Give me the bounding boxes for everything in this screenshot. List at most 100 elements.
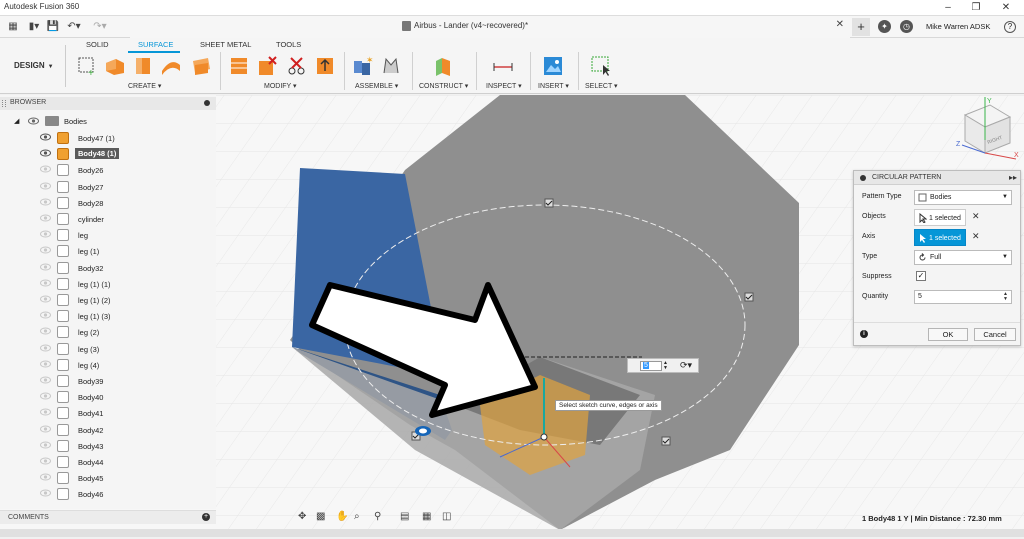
tree-item[interactable]: leg (1) (2) [0,292,216,308]
tab-surface[interactable]: SURFACE [138,40,173,49]
info-icon[interactable]: i [860,330,868,338]
visibility-eye-icon[interactable] [40,214,51,222]
dialog-header[interactable]: CIRCULAR PATTERN ▸▸ [854,171,1020,185]
dialog-menu-icon[interactable] [860,175,866,181]
visibility-eye-icon[interactable] [40,376,51,384]
new-component-icon[interactable]: ✶ [352,55,374,77]
pattern-type-dropdown-icon[interactable]: ⟳▾ [680,360,692,371]
tree-item[interactable]: leg (3) [0,341,216,357]
visibility-eye-icon[interactable] [40,165,51,173]
instance-checkbox[interactable] [744,292,754,302]
visibility-eye-icon[interactable] [40,344,51,352]
tree-item[interactable]: leg (4) [0,357,216,373]
pattern-type-select[interactable]: Bodies ▼ [914,190,1012,205]
tree-item[interactable]: Body42 [0,422,216,438]
tree-item[interactable]: Body48 (1) [0,146,216,162]
create-group-label[interactable]: CREATE ▾ [128,82,161,90]
clear-objects-icon[interactable]: ✕ [972,211,980,222]
tree-item[interactable]: Body43 [0,438,216,454]
quantity-spinner[interactable]: ▲ ▼ [1003,292,1010,302]
instance-checkbox[interactable] [661,436,671,446]
browser-header[interactable]: BROWSER [0,97,216,110]
insert-group-label[interactable]: INSERT ▾ [538,82,569,90]
file-menu-icon[interactable]: ▮▾ [26,19,42,35]
move-copy-icon[interactable] [314,55,336,77]
axis-select-button[interactable]: 1 selected [914,229,966,246]
extensions-icon[interactable]: ✦ [878,20,891,33]
inspect-group-label[interactable]: INSPECT ▾ [486,82,522,90]
modify-group-label[interactable]: MODIFY ▾ [264,82,297,90]
workspace-switcher[interactable]: DESIGN ▼ [0,45,66,87]
document-tab[interactable]: Airbus - Lander (v4~recovered)* ✕ [130,16,850,38]
tree-item[interactable]: leg (1) (1) [0,276,216,292]
tab-sheet-metal[interactable]: SHEET METAL [200,40,251,49]
visibility-eye-icon[interactable] [40,263,51,271]
delete-face-icon[interactable] [256,55,278,77]
display-settings-icon[interactable]: ▤ [400,511,409,522]
tree-item[interactable]: leg [0,227,216,243]
visibility-eye-icon[interactable] [40,457,51,465]
visibility-eye-icon[interactable] [40,230,51,238]
insert-image-icon[interactable] [542,55,564,77]
visibility-eye-icon[interactable] [40,133,51,141]
visibility-eye-icon[interactable] [40,489,51,497]
zoom-icon[interactable]: ⌕ [354,511,360,522]
offset-plane-icon[interactable] [432,55,454,77]
create-sketch-icon[interactable]: + [76,55,98,77]
expand-dialog-icon[interactable]: ▸▸ [1009,173,1017,182]
visibility-eye-icon[interactable] [40,425,51,433]
grid-settings-icon[interactable]: ▦ [422,511,431,522]
suppress-checkbox[interactable]: ✓ [916,271,926,281]
tree-item[interactable]: leg (2) [0,324,216,340]
orbit-icon[interactable]: ✥ [298,511,306,522]
grip-icon[interactable] [2,100,6,107]
redo-icon[interactable]: ↷▾ [92,19,108,35]
visibility-eye-icon[interactable] [40,198,51,206]
construct-group-label[interactable]: CONSTRUCT ▾ [419,82,468,90]
visibility-eye-icon[interactable] [40,441,51,449]
loft-icon[interactable] [190,55,212,77]
close-window-icon[interactable]: ✕ [996,1,1016,15]
add-comment-icon[interactable]: + [202,513,210,521]
window-select-icon[interactable] [590,55,612,77]
visibility-eye-icon[interactable] [40,392,51,400]
user-name[interactable]: Mike Warren ADSK [926,22,990,31]
split-body-icon[interactable] [286,55,308,77]
pan-icon[interactable]: ✋ [336,511,348,522]
app-grid-icon[interactable]: ▦ [6,19,20,35]
look-at-icon[interactable]: ▩ [316,511,325,522]
visibility-eye-icon[interactable] [40,311,51,319]
tree-item[interactable]: Body44 [0,454,216,470]
assemble-group-label[interactable]: ASSEMBLE ▾ [355,82,398,90]
tree-item[interactable]: cylinder [0,211,216,227]
visibility-eye-icon[interactable] [40,295,51,303]
ok-button[interactable]: OK [928,328,968,341]
visibility-eye-icon[interactable] [40,182,51,190]
tree-item[interactable]: Body28 [0,195,216,211]
joint-icon[interactable] [380,55,402,77]
help-icon[interactable]: ? [1004,21,1016,33]
save-icon[interactable]: 💾 [46,19,60,35]
sweep-icon[interactable] [160,55,182,77]
visibility-eye-icon[interactable] [40,473,51,481]
collapse-panel-icon[interactable] [204,100,210,106]
maximize-icon[interactable]: ❐ [966,1,986,15]
fit-icon[interactable]: ⚲ [374,511,381,522]
undo-icon[interactable]: ↶▾ [66,19,82,35]
visibility-eye-icon[interactable] [40,408,51,416]
axis-origin-point[interactable] [540,433,548,441]
visibility-eye-icon[interactable] [40,327,51,335]
select-group-label[interactable]: SELECT ▾ [585,82,618,90]
rotate-manipulator-icon[interactable] [415,426,431,436]
type-select[interactable]: Full ▼ [914,250,1012,265]
new-tab-button[interactable]: + [852,18,870,36]
quantity-input[interactable]: 5 ▲ ▼ [914,290,1012,304]
tree-item[interactable]: Body32 [0,260,216,276]
tree-item[interactable]: Body26 [0,162,216,178]
revolve-icon[interactable] [132,55,154,77]
measure-icon[interactable] [492,55,514,77]
tree-item[interactable]: leg (1) [0,243,216,259]
extrude-icon[interactable] [104,55,126,77]
visibility-eye-icon[interactable] [40,360,51,368]
objects-select-button[interactable]: 1 selected [914,209,966,226]
